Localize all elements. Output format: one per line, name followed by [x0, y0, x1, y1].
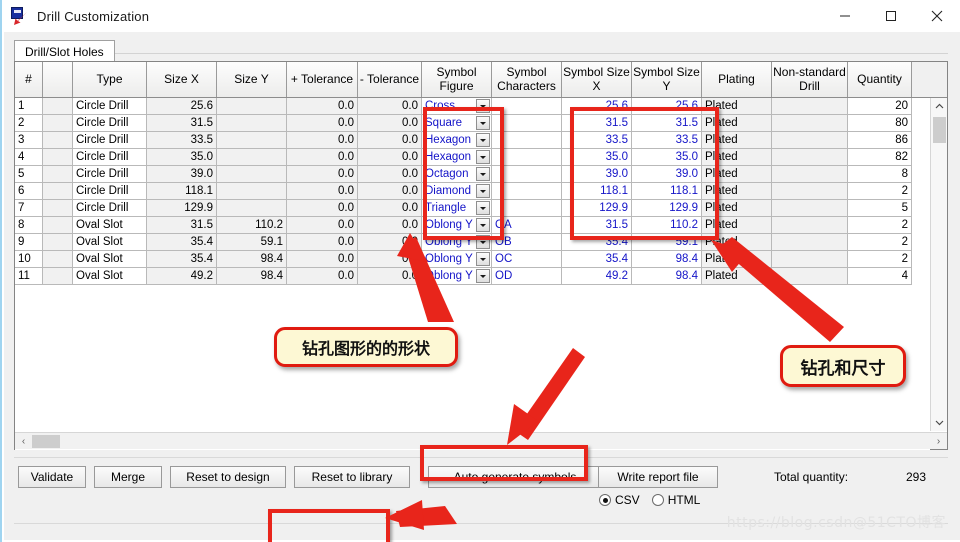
drill-customization-window: Drill Customization Drill/Slot Holes # Ty…	[0, 0, 960, 542]
callout-drill-shape: 钻孔图形的的形状	[274, 327, 458, 367]
annotation-arrows	[385, 233, 844, 530]
arrow-symbol-figure	[397, 233, 454, 322]
arrow-auto-generate	[507, 348, 585, 445]
arrow-library-drill-report	[385, 500, 457, 530]
arrow-symbol-size	[711, 237, 844, 342]
callout-drill-and-size: 钻孔和尺寸	[780, 345, 906, 387]
